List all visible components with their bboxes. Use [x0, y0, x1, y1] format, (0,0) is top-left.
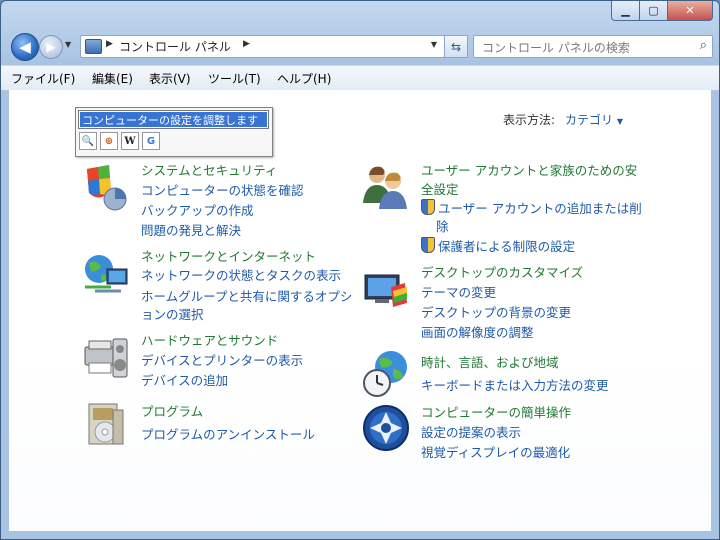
- view-by-dropdown[interactable]: カテゴリ ▼: [565, 113, 623, 127]
- address-dropdown-icon[interactable]: ▼: [431, 40, 437, 49]
- menu-file[interactable]: ファイル(F): [11, 70, 75, 87]
- link-parental-controls[interactable]: 保護者による制限の設定: [421, 236, 575, 255]
- uac-shield-icon: [421, 237, 435, 253]
- close-button[interactable]: ✕: [668, 1, 713, 21]
- network-internet-icon: [85, 255, 128, 293]
- maximize-button[interactable]: ▢: [640, 1, 668, 21]
- menu-bar: ファイル(F) 編集(E) 表示(V) ツール(T) ヘルプ(H): [1, 65, 719, 91]
- menu-view[interactable]: 表示(V): [149, 70, 191, 87]
- link-uninstall-program[interactable]: プログラムのアンインストール: [141, 424, 315, 443]
- search-icon[interactable]: ⌕: [700, 38, 707, 53]
- link-parental-controls-text: 保護者による制限の設定: [438, 239, 576, 254]
- view-by-value: カテゴリ: [565, 113, 614, 127]
- refresh-icon: ⇆: [450, 39, 462, 54]
- back-arrow-icon: ◀: [19, 38, 31, 56]
- link-create-backup[interactable]: バックアップの作成: [141, 200, 254, 219]
- control-panel-window: ▁ ▢ ✕ ◀ ▶ ▼ ▶ コントロール パネル ▶ ▼ ⇆ コントロール パネ…: [0, 0, 720, 540]
- link-change-desktop-background[interactable]: デスクトップの背景の変更: [421, 302, 571, 321]
- link-add-remove-user-text: ユーザー アカウントの追加または削: [438, 201, 642, 216]
- uac-shield-icon: [421, 199, 435, 215]
- link-homegroup-sharing[interactable]: ホームグループと共有に関するオプシ: [141, 286, 352, 305]
- appearance-personalization-icon: [364, 274, 407, 307]
- forward-button[interactable]: ▶: [39, 35, 63, 59]
- link-let-windows-suggest[interactable]: 設定の提案の表示: [421, 422, 521, 441]
- link-add-remove-user-cont[interactable]: 除: [436, 216, 449, 235]
- category-user-accounts-cont[interactable]: 全設定: [421, 179, 459, 198]
- page-title: コンピューターの設定を調整します: [82, 114, 258, 127]
- category-system-security[interactable]: システムとセキュリティ: [141, 160, 277, 179]
- menu-edit[interactable]: 編集(E): [92, 70, 133, 87]
- category-hardware-sound[interactable]: ハードウェアとサウンド: [141, 330, 278, 349]
- menu-help[interactable]: ヘルプ(H): [277, 70, 331, 87]
- category-programs[interactable]: プログラム: [141, 401, 203, 420]
- menu-tools[interactable]: ツール(T): [208, 70, 261, 87]
- translate-tool-icon[interactable]: ⊕: [100, 132, 118, 150]
- category-clock-language-region[interactable]: 時計、言語、および地域: [421, 352, 559, 371]
- recent-pages-dropdown[interactable]: ▼: [65, 40, 71, 49]
- google-icon[interactable]: G: [142, 132, 160, 150]
- category-appearance[interactable]: デスクトップのカスタマイズ: [421, 262, 583, 281]
- link-add-device[interactable]: デバイスの追加: [141, 370, 228, 389]
- back-button[interactable]: ◀: [11, 33, 39, 61]
- forward-arrow-icon: ▶: [46, 40, 56, 54]
- search-tool-icon[interactable]: 🔍: [79, 132, 97, 150]
- view-by-label: 表示方法:: [503, 113, 556, 127]
- category-user-accounts[interactable]: ユーザー アカウントと家族のための安: [421, 160, 637, 179]
- navigation-bar: ◀ ▶ ▼ ▶ コントロール パネル ▶ ▼ ⇆ コントロール パネルの検索 ⌕: [9, 31, 713, 61]
- clock-language-region-icon: [363, 351, 407, 397]
- link-devices-printers[interactable]: デバイスとプリンターの表示: [141, 350, 303, 369]
- caption-buttons: ▁ ▢ ✕: [611, 1, 713, 21]
- wikipedia-icon[interactable]: W: [121, 132, 139, 150]
- link-network-status-tasks[interactable]: ネットワークの状態とタスクの表示: [141, 265, 341, 284]
- chevron-down-icon: ▼: [616, 117, 624, 126]
- selection-popup: コンピューターの設定を調整します 🔍 ⊕ W G: [75, 107, 273, 157]
- refresh-button[interactable]: ⇆: [444, 35, 468, 58]
- search-box[interactable]: コントロール パネルの検索 ⌕: [473, 35, 713, 58]
- view-by: 表示方法: カテゴリ ▼: [503, 111, 623, 128]
- category-network-internet[interactable]: ネットワークとインターネット: [141, 246, 316, 265]
- link-adjust-resolution[interactable]: 画面の解像度の調整: [421, 322, 534, 341]
- breadcrumb-control-panel[interactable]: コントロール パネル: [119, 38, 231, 55]
- popup-toolbar: 🔍 ⊕ W G: [79, 132, 160, 150]
- breadcrumb-chevron-icon[interactable]: ▶: [243, 39, 250, 49]
- link-change-keyboard-input[interactable]: キーボードまたは入力方法の変更: [421, 375, 609, 394]
- user-accounts-icon: [363, 166, 407, 209]
- link-homegroup-sharing-cont[interactable]: ョンの選択: [141, 304, 204, 323]
- content-area: コンピューターの設定を調整します 🔍 ⊕ W G 表示方法: カテゴリ ▼ システ…: [9, 90, 711, 531]
- link-optimize-visual-display[interactable]: 視覚ディスプレイの最適化: [421, 442, 570, 461]
- ease-of-access-icon: [363, 405, 409, 451]
- link-find-fix-problems[interactable]: 問題の発見と解決: [141, 220, 241, 239]
- search-placeholder: コントロール パネルの検索: [482, 41, 630, 55]
- minimize-button[interactable]: ▁: [611, 1, 640, 21]
- breadcrumb-separator-icon[interactable]: ▶: [106, 39, 113, 49]
- control-panel-icon: [85, 39, 102, 54]
- link-check-computer-status[interactable]: コンピューターの状態を確認: [141, 180, 304, 199]
- hardware-sound-icon: [84, 338, 128, 378]
- selected-page-title[interactable]: コンピューターの設定を調整します: [78, 110, 269, 129]
- link-change-theme[interactable]: テーマの変更: [421, 282, 496, 301]
- link-add-remove-user[interactable]: ユーザー アカウントの追加または削: [421, 198, 642, 217]
- category-ease-of-access[interactable]: コンピューターの簡単操作: [421, 402, 571, 421]
- address-bar[interactable]: ▶ コントロール パネル ▶ ▼: [80, 35, 445, 58]
- programs-icon: [88, 403, 124, 445]
- system-security-icon: [87, 165, 127, 211]
